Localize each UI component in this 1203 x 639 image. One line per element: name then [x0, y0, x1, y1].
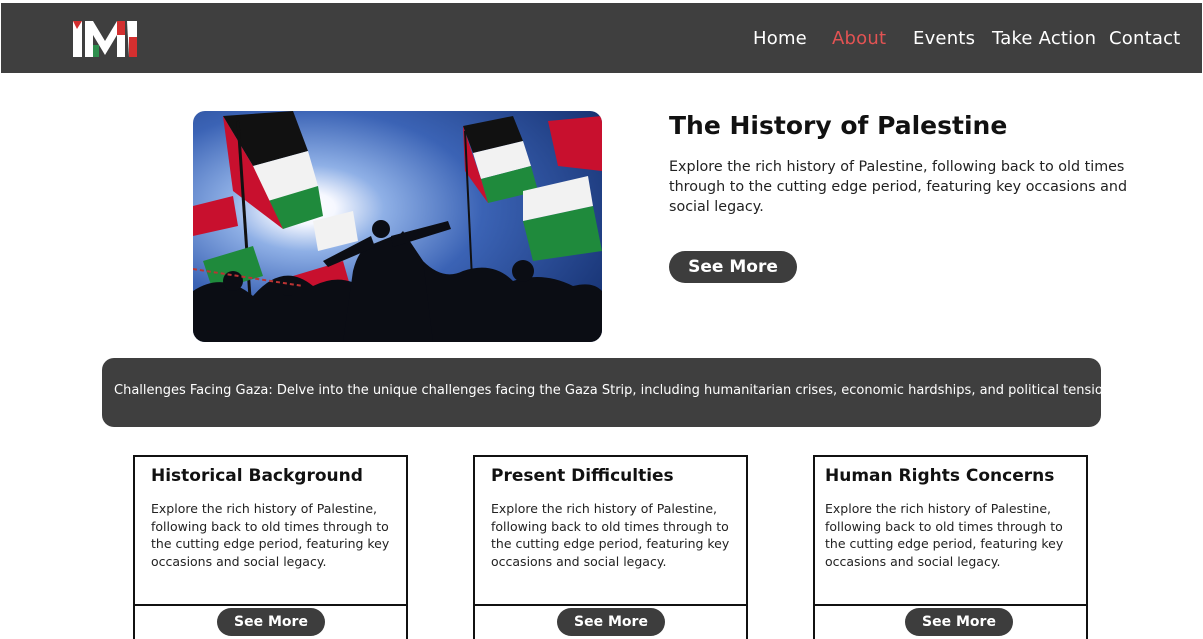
card-historical-background: Historical Background Explore the rich h…: [133, 455, 408, 639]
navbar: Home About Events Take Action Contact: [1, 3, 1202, 73]
hero-title: The History of Palestine: [669, 111, 1008, 140]
card-present-difficulties: Present Difficulties Explore the rich hi…: [473, 455, 748, 639]
card-see-more-button[interactable]: See More: [217, 608, 325, 636]
logo-mark: [73, 21, 137, 57]
card-see-more-button[interactable]: See More: [905, 608, 1013, 636]
card-divider: [475, 604, 746, 606]
card-description: Explore the rich history of Palestine, f…: [491, 501, 730, 569]
card-divider: [815, 604, 1086, 606]
card-title: Historical Background: [151, 466, 363, 486]
nav-take-action[interactable]: Take Action: [992, 28, 1096, 49]
hero-see-more-button[interactable]: See More: [669, 251, 797, 283]
card-description: Explore the rich history of Palestine, f…: [151, 501, 390, 569]
card-human-rights-concerns: Human Rights Concerns Explore the rich h…: [813, 455, 1088, 639]
flags-photo: [193, 111, 602, 342]
banner-text: Challenges Facing Gaza: Delve into the u…: [114, 383, 1122, 398]
nav-events[interactable]: Events: [913, 28, 975, 49]
card-title: Human Rights Concerns: [825, 466, 1055, 486]
card-title: Present Difficulties: [491, 466, 674, 486]
nav-about[interactable]: About: [832, 28, 886, 49]
hero-image: [193, 111, 602, 342]
site-logo[interactable]: [73, 17, 139, 61]
nav-home[interactable]: Home: [753, 28, 807, 49]
card-description: Explore the rich history of Palestine, f…: [825, 501, 1064, 569]
gaza-challenges-banner: Challenges Facing Gaza: Delve into the u…: [102, 358, 1122, 427]
hero-description: Explore the rich history of Palestine, f…: [669, 159, 1128, 215]
card-divider: [135, 604, 406, 606]
nav-contact[interactable]: Contact: [1109, 28, 1180, 49]
card-see-more-button[interactable]: See More: [557, 608, 665, 636]
